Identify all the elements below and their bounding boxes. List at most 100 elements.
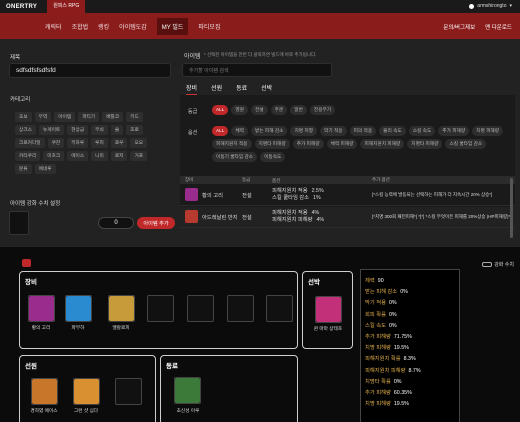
category-tag[interactable]: 조로 xyxy=(126,125,143,135)
option-chip[interactable]: 받는 피해 감소 xyxy=(250,126,288,136)
option-chip[interactable]: 체력 xyxy=(231,126,248,136)
category-tag[interactable]: 로저 xyxy=(110,151,128,161)
option-chip[interactable]: 이동속도 xyxy=(260,152,286,162)
option-chip[interactable]: 추가 피해량 xyxy=(292,139,324,149)
nav-item-1[interactable]: 조합법 xyxy=(72,22,89,31)
category-tag[interactable]: 니미 xyxy=(91,151,108,161)
empty-equipment-slot[interactable] xyxy=(147,295,174,322)
empty-equipment-slot[interactable] xyxy=(266,295,293,322)
grade-chip[interactable]: 영원 xyxy=(231,105,248,115)
stat-value: 8.7% xyxy=(408,367,421,374)
nav-item-0[interactable]: 캐릭터 xyxy=(45,22,62,31)
option-chip[interactable]: 치명 피해량 xyxy=(472,126,504,136)
category-tag[interactable]: 쿠잔 xyxy=(47,138,65,148)
stat-value: 19.5% xyxy=(393,345,409,352)
option-chip[interactable]: 스킬 속도 xyxy=(408,126,436,136)
crew-slot[interactable] xyxy=(31,378,58,405)
option-chip[interactable]: 물리 속도 xyxy=(379,126,406,136)
capture-icon[interactable] xyxy=(22,259,31,267)
grade-chip[interactable]: ALL xyxy=(212,105,229,115)
nav-item-2[interactable]: 랭킹 xyxy=(98,22,109,31)
option-chip[interactable]: 스킬 쿨타임 감소 xyxy=(445,139,487,149)
item-search-input[interactable]: 추가할 아이템 검색 xyxy=(182,63,332,77)
empty-equipment-slot[interactable] xyxy=(187,295,214,322)
option-chip[interactable]: 피해지원치 적용 xyxy=(212,139,252,149)
stat-value: 0% xyxy=(388,300,397,307)
option-line: 피해지원치 피해량 4% xyxy=(272,217,372,224)
option-chip[interactable]: ALL xyxy=(212,126,229,136)
category-tag[interactable]: 키자루 xyxy=(67,138,89,148)
category-tag[interactable]: 루피 xyxy=(91,138,108,148)
option-chip[interactable]: 악기 적용 xyxy=(320,126,347,136)
game-tab[interactable]: 원피스 RPG xyxy=(47,0,86,13)
grade-chip[interactable]: 주문 xyxy=(270,105,288,115)
category-tag[interactable]: 에이스 xyxy=(67,151,89,161)
category-tag[interactable]: 무쇠 xyxy=(91,125,108,135)
option-chip[interactable]: 치명타 피해량 xyxy=(407,139,443,149)
category-tag[interactable]: 뉴게이트 xyxy=(38,125,65,135)
category-tag[interactable]: 거프 xyxy=(130,151,148,161)
stat-row: 체력 90 xyxy=(365,276,384,284)
enhance-toggle[interactable]: 강화 수치 xyxy=(482,261,514,268)
category-tag[interactable]: 에네루 xyxy=(34,164,56,174)
category-tag[interactable]: 키드 xyxy=(126,112,143,122)
table-row[interactable]: 황의 고리 전설 피해지원치 적용 2.5% 스킬 쿨타임 감소 1% [*스킬 능력에 발… xyxy=(180,184,515,206)
equipment-slot[interactable] xyxy=(28,295,55,322)
category-tag[interactable]: 분류 xyxy=(15,164,32,174)
category-tag[interactable]: 오오 xyxy=(130,138,148,148)
build-editor: 제목 sdfsdfsfsdfsfd 카테고리 초보 무역 아이템 파티기 배틀코 키드 상크… xyxy=(0,39,520,247)
add-item-button[interactable]: 아이템 추가 xyxy=(137,217,175,229)
category-tag[interactable]: 배틀코 xyxy=(102,112,124,122)
stats-panel: 체력 90 받는 피해 감소 0% 막기 적용 0% 회피 확률 0% 스킬 속도 0% 추가 피해… xyxy=(360,269,460,422)
tab-0[interactable]: 장비 xyxy=(186,83,198,95)
empty-crew-slot[interactable] xyxy=(115,378,142,405)
nav-item-3[interactable]: 아이템도감 xyxy=(119,22,147,31)
category-tag[interactable]: 크로커다일 xyxy=(15,138,45,148)
category-tag[interactable]: 미호크 xyxy=(43,151,65,161)
user-icon xyxy=(469,3,475,9)
option-chip[interactable]: 치명 저항 xyxy=(290,126,318,136)
nav-item-4[interactable]: MY 빌드 xyxy=(156,17,189,35)
col-grade: 등급 xyxy=(242,177,251,182)
tab-3[interactable]: 선박 xyxy=(261,83,272,95)
category-tag[interactable]: 파티기 xyxy=(78,112,100,122)
category-tag[interactable]: 무역 xyxy=(34,112,52,122)
site-logo[interactable]: ONERTRY xyxy=(0,4,37,10)
bug-report-link[interactable]: 문의/버그제보 xyxy=(443,23,475,31)
option-chip[interactable]: 체력 피해량 xyxy=(326,139,358,149)
category-tag[interactable]: 카타쿠리 xyxy=(15,151,41,161)
ship-slot[interactable] xyxy=(315,296,342,323)
grade-chip[interactable]: 전용무기 xyxy=(309,105,336,115)
category-tag[interactable]: 아이템 xyxy=(54,112,76,122)
crew-slot[interactable] xyxy=(73,378,100,405)
grade-chip[interactable]: 일반 xyxy=(290,105,307,115)
download-link[interactable]: 맨 다운로드 xyxy=(485,23,512,31)
option-chip[interactable]: 추가 피해량 xyxy=(438,126,470,136)
enhance-item-slot[interactable] xyxy=(9,211,29,235)
option-chip[interactable]: 이동기 쿨타임 감소 xyxy=(212,152,258,162)
title-input[interactable]: sdfsdfsfsdfsfd xyxy=(9,63,171,78)
option-chip[interactable]: 피해지원치 피해량 xyxy=(360,139,405,149)
category-tag[interactable]: 초보 xyxy=(15,112,32,122)
grade-chip[interactable]: 전설 xyxy=(250,105,268,115)
option-chip[interactable]: 치명타 피해량 xyxy=(254,139,290,149)
category-tag[interactable]: 현상금 xyxy=(67,125,89,135)
mate-slot[interactable] xyxy=(174,377,201,404)
item-options: 피해지원치 적용 2.5% 스킬 쿨타임 감소 1% xyxy=(272,188,372,202)
equipment-slot[interactable] xyxy=(108,295,135,322)
user-menu[interactable]: armshirongto ▾ xyxy=(469,3,512,9)
category-tag[interactable]: 술 xyxy=(110,125,124,135)
empty-equipment-slot[interactable] xyxy=(227,295,254,322)
equipment-slot[interactable] xyxy=(65,295,92,322)
tab-2[interactable]: 동료 xyxy=(236,83,247,95)
tab-1[interactable]: 선원 xyxy=(211,83,222,95)
category-tag[interactable]: 상크스 xyxy=(15,125,36,135)
table-row[interactable]: 아드레날린 반지 전설 피해지원치 적용 4% 피해지원치 피해량 4% [*치명 300회… xyxy=(180,206,515,228)
category-tag[interactable]: 로우 xyxy=(110,138,128,148)
enhance-value-input[interactable]: 0 xyxy=(98,217,134,229)
equipment-label: 엘칼로피 xyxy=(112,325,130,330)
option-chip[interactable]: 피의 적용 xyxy=(349,126,377,136)
item-hint: * 선택된 아이템을 한번 더 클릭하면 빌드에 바로 추가됩니다. xyxy=(204,52,317,57)
nav-item-5[interactable]: 파티모집 xyxy=(198,22,220,31)
table-scrollbar[interactable] xyxy=(510,178,513,238)
